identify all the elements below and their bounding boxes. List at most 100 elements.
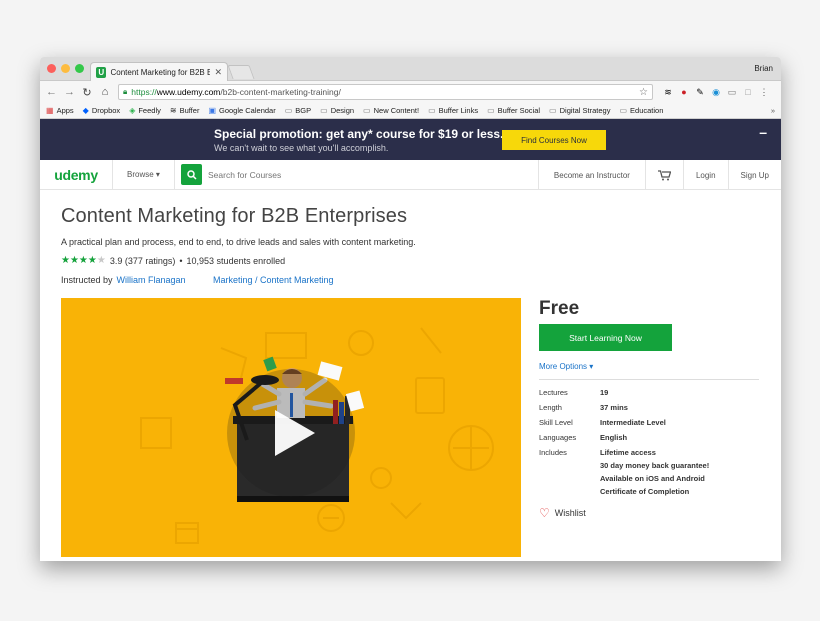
bookmark-item[interactable]: ▭ New Content! bbox=[363, 106, 419, 115]
detail-key: Length bbox=[539, 403, 562, 412]
extensions: ≋ ● ✎ ◉ ▭ □ ⋮ bbox=[663, 87, 769, 98]
find-courses-button[interactable]: Find Courses Now bbox=[502, 130, 606, 150]
reload-icon[interactable]: ↻ bbox=[82, 86, 92, 99]
bookmarks-overflow-icon[interactable]: » bbox=[771, 106, 775, 115]
back-icon[interactable]: ← bbox=[46, 86, 57, 98]
lock-icon[interactable]: 🔒︎ bbox=[123, 87, 127, 97]
wishlist-button[interactable]: ♡ Wishlist bbox=[539, 506, 586, 520]
tab-close-icon[interactable]: ✕ bbox=[214, 67, 222, 78]
course-subtitle: A practical plan and process, end to end… bbox=[61, 237, 416, 247]
include-item: Available on iOS and Android bbox=[600, 474, 705, 483]
forward-icon[interactable]: → bbox=[64, 86, 75, 98]
more-options-dropdown[interactable]: More Options ▾ bbox=[539, 362, 593, 371]
detail-value: 37 mins bbox=[600, 403, 628, 412]
detail-row: Length 37 mins bbox=[539, 403, 709, 412]
evernote-extension-icon[interactable]: ✎ bbox=[695, 87, 705, 97]
buffer-extension-icon[interactable]: ≋ bbox=[663, 87, 673, 97]
udemy-logo[interactable]: udemy bbox=[40, 160, 113, 189]
detail-row: Languages English bbox=[539, 433, 709, 442]
home-icon[interactable]: ⌂ bbox=[100, 86, 110, 98]
bookmark-item[interactable]: ▭ Digital Strategy bbox=[549, 106, 610, 115]
heart-icon: ♡ bbox=[539, 506, 550, 520]
tab-active[interactable]: U Content Marketing for B2B En ✕ bbox=[90, 62, 228, 81]
bookmark-label: Dropbox bbox=[91, 106, 121, 115]
promo-subline: We can't wait to see what you'll accompl… bbox=[214, 143, 389, 153]
rating-stars-icon: ★★★★★ bbox=[61, 255, 106, 266]
search-bar bbox=[175, 160, 495, 189]
detail-key: Skill Level bbox=[539, 418, 573, 427]
bookmark-item[interactable]: ▭ BGP bbox=[285, 106, 311, 115]
detail-value: 19 bbox=[600, 388, 609, 397]
bullet-separator: • bbox=[179, 255, 183, 266]
bookmark-item[interactable]: ▭ Education bbox=[619, 106, 663, 115]
bookmark-item[interactable]: ▣ Google Calendar bbox=[208, 106, 275, 115]
instructor-row: Instructed by William Flanagan bbox=[61, 275, 186, 285]
bookmark-label: Google Calendar bbox=[219, 106, 276, 115]
rating-text[interactable]: 3.9 (377 ratings) bbox=[110, 256, 176, 266]
include-item: 30 day money back guarantee! bbox=[600, 461, 710, 470]
calendar-icon: ▣ bbox=[208, 106, 216, 115]
bookmark-item[interactable]: ▭ Design bbox=[320, 106, 354, 115]
folder-icon: ▭ bbox=[619, 106, 628, 115]
bookmark-item[interactable]: ▭ Buffer Links bbox=[428, 106, 478, 115]
includes-label: Includes bbox=[539, 448, 567, 457]
course-title: Content Marketing for B2B Enterprises bbox=[61, 205, 408, 227]
start-learning-button[interactable]: Start Learning Now bbox=[539, 324, 672, 351]
folder-icon: ▭ bbox=[428, 106, 436, 115]
profile-name[interactable]: Brian bbox=[754, 64, 773, 73]
circle-extension-icon[interactable]: ◉ bbox=[711, 87, 721, 97]
detail-key: Languages bbox=[539, 433, 577, 442]
signup-link[interactable]: Sign Up bbox=[727, 160, 781, 190]
bookmark-label: New Content! bbox=[373, 106, 420, 115]
include-item: Lifetime access bbox=[600, 448, 656, 457]
bookmark-item[interactable]: ◆ Dropbox bbox=[83, 106, 121, 115]
new-tab-button[interactable] bbox=[227, 65, 255, 79]
course-video-preview[interactable] bbox=[61, 298, 521, 557]
buffer-icon: ≋ bbox=[169, 106, 177, 115]
category-breadcrumb[interactable]: Marketing / Content Marketing bbox=[213, 275, 334, 285]
bookmark-label: Apps bbox=[56, 106, 74, 115]
bookmarks-bar: ▦ Apps ◆ Dropbox ◈ Feedly ≋ Buffer ▣ Google Calen… bbox=[40, 103, 781, 119]
folder-icon: ▭ bbox=[320, 106, 328, 115]
extension-box-icon[interactable]: □ bbox=[743, 87, 753, 97]
pinterest-extension-icon[interactable]: ● bbox=[679, 87, 689, 97]
login-link[interactable]: Login bbox=[682, 160, 728, 190]
address-bar[interactable]: 🔒︎ https://www.udemy.com/b2b-content-mar… bbox=[118, 84, 653, 100]
become-instructor-link[interactable]: Become an Instructor bbox=[537, 160, 645, 190]
url-path: /b2b-content-marketing-training/ bbox=[220, 87, 341, 97]
detail-row: Skill Level Intermediate Level bbox=[539, 418, 709, 427]
tab-strip: U Content Marketing for B2B En ✕ Brian bbox=[40, 57, 781, 81]
udemy-favicon-icon: U bbox=[96, 66, 107, 78]
url-host: www.udemy.com bbox=[156, 87, 221, 97]
search-input[interactable] bbox=[202, 169, 402, 180]
browse-menu[interactable]: Browse ▾ bbox=[113, 160, 175, 189]
includes-list: Lifetime access 30 day money back guaran… bbox=[600, 448, 709, 500]
bookmark-item[interactable]: ▦ Apps bbox=[46, 106, 74, 115]
bookmark-item[interactable]: ≋ Buffer bbox=[170, 106, 200, 115]
bookmark-star-icon[interactable]: ☆ bbox=[639, 87, 648, 98]
search-icon[interactable] bbox=[181, 164, 202, 185]
bookmark-item[interactable]: ◈ Feedly bbox=[129, 106, 161, 115]
url-scheme: https:// bbox=[131, 87, 157, 97]
cast-icon[interactable]: ▭ bbox=[727, 87, 737, 97]
chrome-menu-icon[interactable]: ⋮ bbox=[759, 87, 769, 97]
bookmark-label: Buffer bbox=[179, 106, 200, 115]
minimize-window-icon[interactable] bbox=[61, 64, 70, 73]
maximize-window-icon[interactable] bbox=[75, 64, 84, 73]
detail-value: Intermediate Level bbox=[600, 418, 666, 427]
video-illustration bbox=[140, 327, 494, 544]
cart-icon[interactable] bbox=[644, 160, 683, 190]
detail-key: Lectures bbox=[539, 388, 568, 397]
tab-title: Content Marketing for B2B En bbox=[110, 67, 211, 77]
bookmark-label: Design bbox=[330, 106, 355, 115]
close-window-icon[interactable] bbox=[47, 64, 56, 73]
toolbar: ← → ↻ ⌂ 🔒︎ https://www.udemy.com/b2b-con… bbox=[40, 81, 781, 103]
browser-window: U Content Marketing for B2B En ✕ Brian ←… bbox=[40, 57, 781, 561]
bookmark-label: Digital Strategy bbox=[559, 106, 611, 115]
detail-row: Lectures 19 bbox=[539, 388, 709, 397]
bookmark-item[interactable]: ▭ Buffer Social bbox=[487, 106, 540, 115]
sidebar-divider bbox=[539, 379, 759, 380]
instructor-link[interactable]: William Flanagan bbox=[117, 275, 186, 285]
folder-icon: ▭ bbox=[549, 106, 557, 115]
promo-dismiss-icon[interactable]: – bbox=[759, 124, 767, 140]
